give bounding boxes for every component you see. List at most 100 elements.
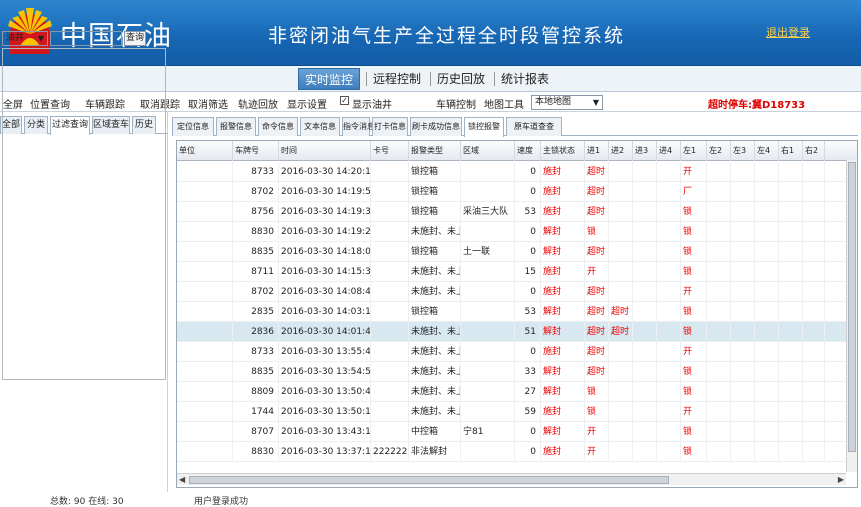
column-header[interactable]: 进3 bbox=[633, 141, 657, 161]
column-header[interactable]: 时间 bbox=[279, 141, 371, 161]
map-tool-button[interactable]: 地图工具 bbox=[484, 96, 524, 111]
vehicle-list[interactable] bbox=[2, 48, 166, 380]
column-header[interactable]: 单位 bbox=[177, 141, 233, 161]
table-cell: 中控箱 bbox=[409, 422, 461, 442]
track-playback-button[interactable]: 轨迹回放 bbox=[238, 96, 278, 111]
table-row[interactable]: 8835 2016-03-30 14:18:05 锁控箱 土一联 0 解封 超时 锁 bbox=[177, 242, 857, 262]
table-row[interactable]: 8756 2016-03-30 14:19:31 锁控箱 采油三大队 53 施封 超时 锁 bbox=[177, 202, 857, 222]
filter-query-input[interactable] bbox=[50, 31, 122, 46]
table-cell bbox=[371, 282, 409, 302]
scroll-thumb[interactable] bbox=[848, 162, 856, 452]
column-header[interactable]: 左4 bbox=[755, 141, 779, 161]
map-type-select[interactable]: 本地地图 ▼ bbox=[531, 95, 603, 110]
scroll-thumb[interactable] bbox=[189, 476, 669, 484]
column-header[interactable]: 右1 bbox=[779, 141, 803, 161]
tab-location-info[interactable]: 定位信息 bbox=[172, 117, 214, 136]
table-cell bbox=[731, 362, 755, 382]
module-divider bbox=[494, 72, 495, 86]
table-row[interactable]: 88302016-03-30 13:37:1122222222非法解封 0施封开 锁 bbox=[177, 442, 857, 462]
map-type-value: 本地地图 bbox=[535, 97, 572, 107]
table-cell bbox=[461, 442, 515, 462]
table-cell bbox=[803, 442, 825, 462]
table-row[interactable]: 17442016-03-30 13:50:11 未施封、未上锁 59施封锁 开 bbox=[177, 402, 857, 422]
display-settings-button[interactable]: 显示设置 bbox=[287, 96, 327, 111]
table-row[interactable]: 88352016-03-30 13:54:55 未施封、未上锁 33解封超时 锁 bbox=[177, 362, 857, 382]
table-row[interactable]: 28362016-03-30 14:01:40未施封、未上锁51解封超时超时锁 bbox=[177, 322, 857, 342]
tab-realtime-monitor[interactable]: 实时监控 bbox=[298, 68, 360, 90]
column-header[interactable]: 卡号 bbox=[371, 141, 409, 161]
query-button[interactable]: 查询 bbox=[124, 31, 146, 46]
tab-remote-control[interactable]: 远程控制 bbox=[370, 68, 424, 90]
tab-statistics-report[interactable]: 统计报表 bbox=[498, 68, 552, 90]
table-cell: 0 bbox=[515, 442, 541, 462]
table-cell bbox=[707, 202, 731, 222]
table-cell bbox=[657, 362, 681, 382]
column-header[interactable]: 左2 bbox=[707, 141, 731, 161]
column-header[interactable]: 进2 bbox=[609, 141, 633, 161]
scroll-left-icon[interactable]: ◀ bbox=[179, 475, 185, 484]
table-cell: 0 bbox=[515, 162, 541, 182]
horizontal-scrollbar[interactable]: ◀ ▶ bbox=[177, 473, 846, 485]
table-cell bbox=[633, 242, 657, 262]
table-cell: 解封 bbox=[541, 322, 585, 342]
system-title: 非密闭油气生产全过程全时段管控系统 bbox=[268, 25, 626, 47]
table-row[interactable]: 88302016-03-30 14:19:22未施封、未上锁0解封锁锁 bbox=[177, 222, 857, 242]
table-cell: 8835 bbox=[233, 242, 279, 262]
table-row[interactable]: 2835 2016-03-30 14:03:10 锁控箱 53 解封 超时 超时锁 bbox=[177, 302, 857, 322]
column-header[interactable]: 报警类型 bbox=[409, 141, 461, 161]
column-header[interactable]: 右2 bbox=[803, 141, 825, 161]
vehicle-count: 总数: 90 在线: 30 bbox=[50, 497, 124, 507]
tab-text-info[interactable]: 文本信息 bbox=[300, 117, 340, 136]
cancel-filter-button[interactable]: 取消筛选 bbox=[188, 96, 228, 111]
table-row[interactable]: 8702 2016-03-30 14:19:51 锁控箱 0 施封 超时 厂 bbox=[177, 182, 857, 202]
table-cell: 开 bbox=[681, 342, 707, 362]
column-header[interactable]: 车牌号 bbox=[233, 141, 279, 161]
logout-link[interactable]: 退出登录 bbox=[766, 24, 810, 40]
table-cell bbox=[177, 362, 233, 382]
column-header[interactable]: 区域 bbox=[461, 141, 515, 161]
table-cell: 解封 bbox=[541, 382, 585, 402]
table-cell bbox=[371, 422, 409, 442]
tab-original-lane[interactable]: 原车道查查 bbox=[506, 117, 562, 136]
table-row[interactable]: 8733 2016-03-30 14:20:19 锁控箱 0 施封 超时 开 bbox=[177, 162, 857, 182]
table-row[interactable]: 87022016-03-30 14:08:41 未施封、未上锁 0施封超时 开 bbox=[177, 282, 857, 302]
vehicle-control-button[interactable]: 车辆控制 bbox=[436, 96, 476, 111]
table-cell: 超时 bbox=[585, 362, 609, 382]
table-cell bbox=[707, 182, 731, 202]
table-cell bbox=[779, 202, 803, 222]
tab-card-swipe-info[interactable]: 刷卡成功信息 bbox=[410, 117, 462, 136]
table-cell: 施封 bbox=[541, 202, 585, 222]
table-cell bbox=[177, 162, 233, 182]
column-header[interactable]: 左1 bbox=[681, 141, 707, 161]
table-cell bbox=[707, 322, 731, 342]
column-header[interactable]: 主锁状态 bbox=[541, 141, 585, 161]
tab-alarm-info[interactable]: 报警信息 bbox=[216, 117, 256, 136]
table-row[interactable]: 87332016-03-30 13:55:48 未施封、未上锁 0施封超时 开 bbox=[177, 342, 857, 362]
table-row[interactable]: 8707 2016-03-30 13:43:14 中控箱 宁81 0 解封开 锁 bbox=[177, 422, 857, 442]
tab-command-info[interactable]: 命令信息 bbox=[258, 117, 298, 136]
show-wells-checkbox[interactable]: ✓ bbox=[340, 96, 349, 105]
table-cell bbox=[657, 442, 681, 462]
filter-type-select[interactable]: 油井 ▼ bbox=[2, 31, 48, 46]
table-row[interactable]: 88092016-03-30 13:50:45未施封、未上锁27解封锁锁 bbox=[177, 382, 857, 402]
table-cell bbox=[609, 342, 633, 362]
table-cell bbox=[633, 302, 657, 322]
vertical-scrollbar[interactable] bbox=[846, 160, 857, 472]
scroll-right-icon[interactable]: ▶ bbox=[838, 475, 844, 484]
table-cell: 8733 bbox=[233, 342, 279, 362]
tab-lock-alarm[interactable]: 锁控报警 bbox=[464, 117, 504, 137]
column-header[interactable]: 左3 bbox=[731, 141, 755, 161]
table-cell bbox=[755, 342, 779, 362]
column-header[interactable]: 进1 bbox=[585, 141, 609, 161]
table-row[interactable]: 87112016-03-30 14:15:31 未施封、未上锁 15施封开 锁 bbox=[177, 262, 857, 282]
column-header[interactable]: 速度 bbox=[515, 141, 541, 161]
tab-checkin-info[interactable]: 打卡信息 bbox=[372, 117, 408, 136]
tab-instruction-info[interactable]: 指令消息 bbox=[342, 117, 375, 136]
table-cell: 解封 bbox=[541, 222, 585, 242]
table-cell: 8702 bbox=[233, 182, 279, 202]
table-cell bbox=[609, 422, 633, 442]
table-cell: 超时 bbox=[585, 182, 609, 202]
table-cell: 2016-03-30 13:55:48 bbox=[279, 342, 371, 362]
tab-history-playback[interactable]: 历史回放 bbox=[434, 68, 488, 90]
column-header[interactable]: 进4 bbox=[657, 141, 681, 161]
